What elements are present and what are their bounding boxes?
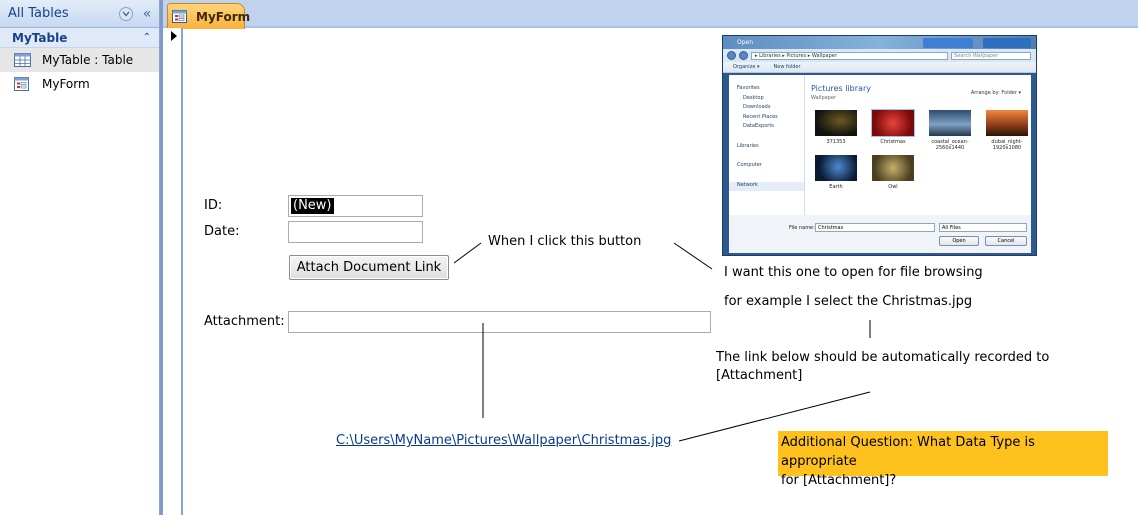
annotation-record-line1: The link below should be automatically r…: [716, 350, 1050, 365]
sidebar-computer[interactable]: Computer: [729, 162, 804, 172]
thumbnail-caption: Owl: [888, 184, 898, 190]
annotation-open-browser: I want this one to open for file browsin…: [724, 265, 983, 280]
nav-pane-title: All Tables: [8, 6, 69, 21]
chevron-down-icon[interactable]: [119, 6, 133, 21]
dialog-title: Open: [737, 39, 754, 46]
table-icon: [14, 53, 31, 67]
sidebar-libraries[interactable]: Libraries: [729, 143, 804, 153]
dialog-path[interactable]: ▸ Libraries ▸ Pictures ▸ Wallpaper: [751, 51, 948, 60]
annotation-record-line2: [Attachment]: [716, 368, 803, 383]
thumbnail-christmas[interactable]: [871, 109, 915, 137]
question-line2: for [Attachment]?: [781, 473, 897, 488]
callout-line-dialog: [673, 242, 713, 270]
chevron-up-icon[interactable]: ⌃: [143, 32, 151, 43]
arrange-by[interactable]: Arrange by: Folder ▾: [971, 90, 1021, 96]
id-field[interactable]: (New): [288, 195, 423, 217]
attachment-field[interactable]: [288, 311, 711, 333]
thumbnail-caption: Earth: [829, 184, 843, 190]
question-line1: Additional Question: What Data Type is a…: [781, 435, 1035, 469]
nav-item-mytable[interactable]: MyTable : Table: [0, 48, 159, 72]
callout-line-button: [453, 242, 482, 264]
dialog-toolbar: Organize ▾ New folder: [723, 62, 1036, 73]
thumbnail-371353[interactable]: [815, 110, 857, 136]
attachment-path-link[interactable]: C:\Users\MyName\Pictures\Wallpaper\Chris…: [336, 433, 671, 448]
thumbnail-dubai-night[interactable]: [986, 110, 1028, 136]
navigation-pane: All Tables « MyTable ⌃ MyTable : Table M…: [0, 0, 160, 515]
nav-group-title: MyTable: [12, 30, 68, 45]
forward-icon[interactable]: [739, 51, 748, 60]
nav-group-header[interactable]: MyTable ⌃: [0, 28, 159, 48]
dialog-search[interactable]: Search Wallpaper: [951, 51, 1031, 60]
tab-label: MyForm: [196, 9, 251, 24]
library-title: Pictures library: [811, 84, 871, 93]
dialog-sidebar: Favorites Desktop Downloads Recent Place…: [729, 75, 805, 215]
sidebar-favorites[interactable]: Favorites: [729, 85, 804, 95]
file-open-dialog: Open ▸ Libraries ▸ Pictures ▸ Wallpaper …: [722, 35, 1037, 256]
dialog-highlight-bar: [923, 38, 973, 48]
filename-label: File name:: [789, 225, 815, 231]
dialog-address-bar: ▸ Libraries ▸ Pictures ▸ Wallpaper Searc…: [723, 49, 1036, 62]
dialog-window-controls[interactable]: [983, 38, 1031, 48]
date-field[interactable]: [288, 221, 423, 243]
back-icon[interactable]: [727, 51, 736, 60]
document-tab-bar: MyForm: [163, 0, 1138, 29]
annotation-example: for example I select the Christmas.jpg: [724, 294, 973, 309]
file-type-select[interactable]: All Files: [939, 223, 1027, 232]
nav-pane-header[interactable]: All Tables «: [0, 0, 159, 28]
thumbnail-owl[interactable]: [872, 155, 914, 181]
thumbnail-caption: coastal_ocean-2560x1440: [931, 139, 969, 151]
id-label: ID:: [204, 198, 223, 213]
annotation-click-button: When I click this button: [488, 234, 642, 249]
sidebar-downloads[interactable]: Downloads: [729, 104, 804, 114]
date-label: Date:: [204, 224, 240, 239]
open-button[interactable]: Open: [939, 236, 979, 246]
sidebar-dataexports[interactable]: DataExports: [729, 123, 804, 133]
library-subtitle: Wallpaper: [811, 95, 837, 101]
attachment-label: Attachment:: [204, 314, 285, 329]
form-icon: [14, 77, 31, 91]
thumbnail-caption: dubai_night-1920x1080: [991, 139, 1023, 151]
question-note: Additional Question: What Data Type is a…: [778, 431, 1108, 488]
nav-item-myform[interactable]: MyForm: [0, 72, 159, 96]
cancel-button[interactable]: Cancel: [985, 236, 1027, 246]
new-folder-button[interactable]: New folder: [774, 64, 801, 70]
dialog-title-bar: Open: [723, 36, 1036, 49]
thumbnail-caption: Christmas: [880, 139, 906, 145]
form-icon: [172, 10, 188, 23]
dialog-bottom-bar: File name: Christmas All Files Open Canc…: [729, 215, 1031, 253]
id-field-value: (New): [291, 198, 334, 214]
filename-input[interactable]: Christmas: [815, 223, 935, 232]
current-record-arrow-icon: [171, 31, 177, 41]
dialog-body: Favorites Desktop Downloads Recent Place…: [729, 75, 1031, 215]
tab-myform[interactable]: MyForm: [167, 3, 250, 29]
organize-button[interactable]: Organize ▾: [733, 64, 760, 70]
attach-document-link-button[interactable]: Attach Document Link: [289, 255, 449, 280]
sidebar-recent[interactable]: Recent Places: [729, 114, 804, 124]
thumbnail-coastal-ocean[interactable]: [929, 110, 971, 136]
sidebar-desktop[interactable]: Desktop: [729, 95, 804, 105]
dialog-file-area: Pictures library Wallpaper Arrange by: F…: [809, 75, 1031, 215]
thumbnail-caption: 371353: [826, 139, 846, 145]
nav-item-label: MyTable : Table: [42, 53, 134, 67]
thumbnail-earth[interactable]: [815, 155, 857, 181]
collapse-pane-icon[interactable]: «: [139, 6, 155, 22]
nav-item-label: MyForm: [42, 77, 90, 91]
sidebar-network[interactable]: Network: [729, 181, 804, 191]
record-selector[interactable]: [163, 28, 183, 515]
